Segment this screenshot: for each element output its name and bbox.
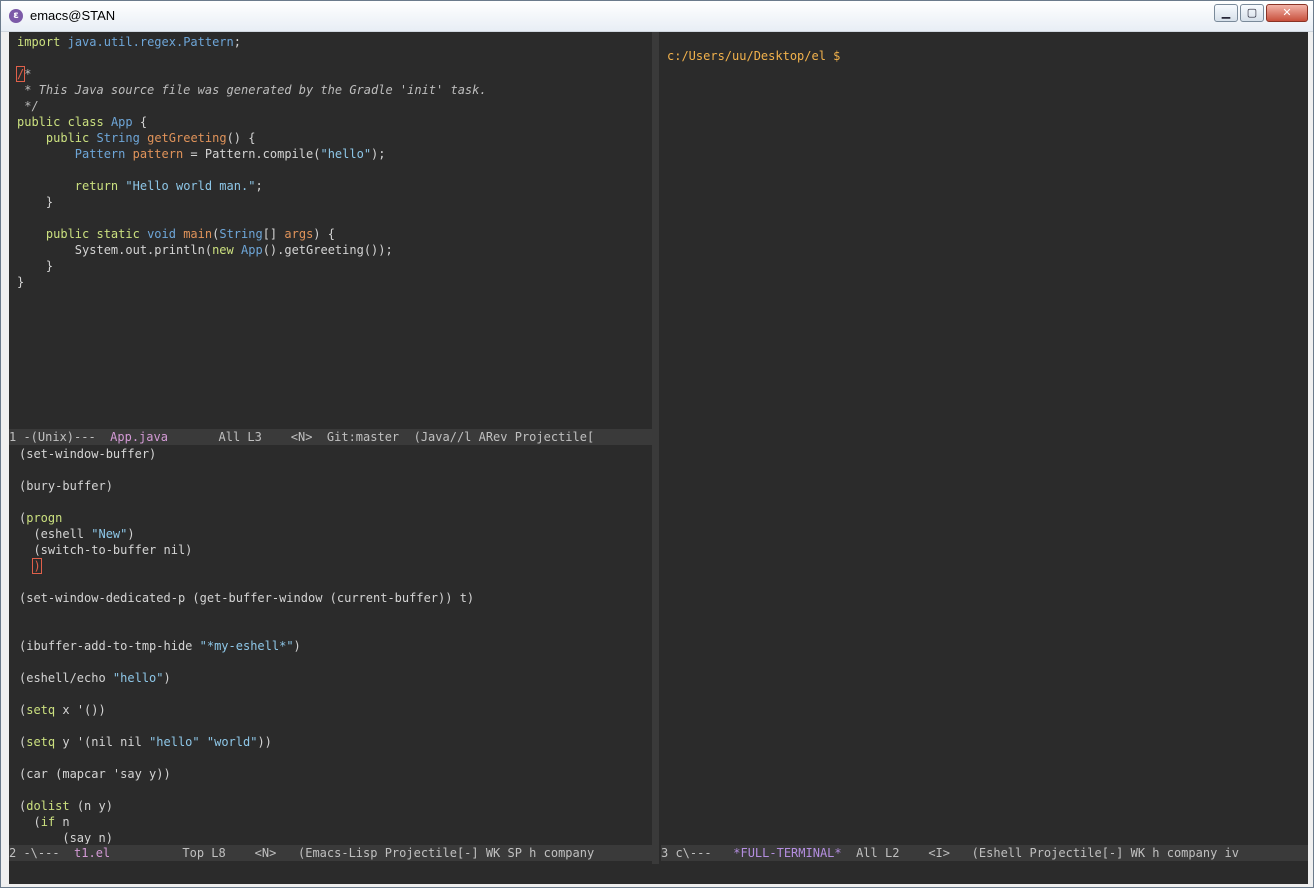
code-line: (ibuffer-add-to-tmp-hide "*my-eshell*") [19, 639, 301, 653]
code-line: public String getGreeting() { [45, 131, 256, 145]
elisp-editor-pane[interactable]: (set-window-buffer) (bury-buffer) (progn… [19, 446, 659, 844]
code-line: /* [15, 66, 32, 82]
modeline-prefix: 3 c\--- [661, 846, 734, 860]
modeline-info: All L2 <I> (Eshell Projectile[-] WK h co… [841, 846, 1239, 860]
code-line: (switch-to-buffer nil) [19, 543, 193, 557]
eshell-prompt[interactable]: c:/Users/uu/Desktop/el $ [667, 48, 840, 64]
window-divider[interactable] [652, 32, 659, 864]
window-controls: ▁ ▢ ✕ [1214, 4, 1308, 22]
modeline-info: All L3 <N> Git:master (Java//l ARev Proj… [167, 430, 595, 444]
code-line: */ [17, 99, 39, 113]
maximize-button[interactable]: ▢ [1240, 4, 1264, 22]
code-line: (set-window-buffer) [19, 447, 157, 461]
java-editor-pane[interactable]: import java.util.regex.Pattern; /* * Thi… [15, 34, 657, 430]
code-line: public static void main(String[] args) { [45, 227, 335, 241]
code-line: } [17, 275, 25, 289]
code-line: import java.util.regex.Pattern; [17, 35, 241, 49]
modeline-elisp: 2 -\--- t1.el Top L8 <N> (Emacs-Lisp Pro… [9, 845, 659, 861]
modeline-prefix: 2 -\--- [9, 846, 75, 860]
code-line: (setq y '(nil nil "hello" "world")) [19, 735, 272, 749]
modeline-prefix: 1 -(Unix)--- [9, 430, 111, 444]
title-bar[interactable]: ε emacs@STAN ▁ ▢ ✕ [1, 1, 1313, 32]
modeline-java: 1 -(Unix)--- App.java All L3 <N> Git:mas… [9, 429, 659, 445]
minimize-button[interactable]: ▁ [1214, 4, 1238, 22]
code-line: (set-window-dedicated-p (get-buffer-wind… [19, 591, 475, 605]
code-line: public class App { [17, 115, 148, 129]
code-line: } [17, 259, 54, 273]
echo-area[interactable] [9, 864, 1308, 884]
window-title: emacs@STAN [30, 8, 116, 23]
code-line: (eshell/echo "hello") [19, 671, 171, 685]
modeline-buffer-name[interactable]: *FULL-TERMINAL* [733, 846, 841, 860]
code-line: (dolist (n y) [19, 799, 113, 813]
code-line: (setq x '()) [19, 703, 106, 717]
code-line: (progn [19, 511, 63, 525]
code-line: } [17, 195, 54, 209]
modeline-buffer-name[interactable]: t1.el [74, 846, 110, 860]
code-line: Pattern pattern = Pattern.compile("hello… [74, 147, 386, 161]
emacs-window: ε emacs@STAN ▁ ▢ ✕ import java.util.rege… [0, 0, 1314, 888]
modeline-eshell: 3 c\--- *FULL-TERMINAL* All L2 <I> (Eshe… [661, 845, 1308, 861]
code-line: (bury-buffer) [19, 479, 113, 493]
code-line: System.out.println(new App().getGreeting… [17, 243, 393, 257]
modeline-buffer-name[interactable]: App.java [110, 430, 168, 444]
close-button[interactable]: ✕ [1266, 4, 1308, 22]
code-line: (say n) [19, 831, 113, 844]
code-line: return "Hello world man."; [74, 179, 263, 193]
emacs-frame: import java.util.regex.Pattern; /* * Thi… [9, 32, 1308, 864]
text-cursor: ) [32, 558, 42, 574]
code-line: (car (mapcar 'say y)) [19, 767, 171, 781]
code-line: (if n [19, 815, 70, 829]
code-line: ) [19, 558, 42, 574]
modeline-info: Top L8 <N> (Emacs-Lisp Projectile[-] WK … [110, 846, 595, 860]
emacs-icon: ε [9, 9, 23, 23]
code-line: (eshell "New") [19, 527, 135, 541]
code-line: * This Java source file was generated by… [17, 83, 487, 97]
